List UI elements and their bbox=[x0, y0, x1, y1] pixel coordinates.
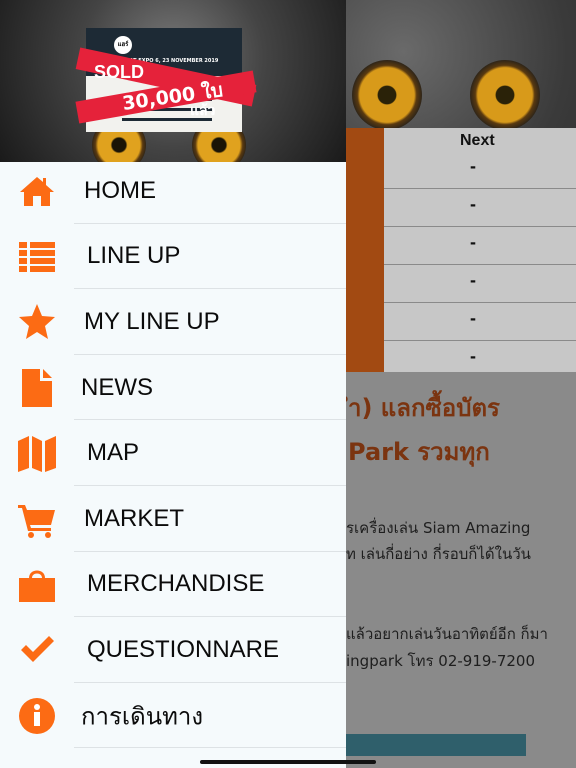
table-cell: - bbox=[470, 232, 476, 252]
menu-item-label: MY LINE UP bbox=[84, 307, 220, 335]
table-accent-column bbox=[346, 128, 384, 372]
article-action-button[interactable] bbox=[346, 734, 526, 756]
table-cell: - bbox=[470, 194, 476, 214]
menu-item-travel[interactable]: การเดินทาง bbox=[0, 683, 346, 749]
star-icon bbox=[16, 301, 58, 343]
sold-out-text: SOLD bbox=[94, 62, 145, 82]
info-icon bbox=[16, 695, 58, 737]
menu-item-my-line-up[interactable]: MY LINE UP bbox=[0, 289, 346, 355]
row-divider bbox=[384, 226, 576, 227]
menu-item-map[interactable]: MAP bbox=[0, 420, 346, 486]
row-divider bbox=[384, 340, 576, 341]
checkmark-icon bbox=[16, 629, 58, 671]
article-paragraph: แล้วอยากเล่นวันอาทิตย์อีก ก็มา bbox=[346, 625, 548, 643]
drawer-menu: HOME LINE UP MY LINE UP NEWS MAP MARKET … bbox=[0, 158, 346, 749]
table-cell: - bbox=[470, 156, 476, 176]
sold-out-banner: SOLD 30,000 ใบ แล้ว bbox=[75, 47, 257, 128]
row-divider bbox=[384, 188, 576, 189]
background-article: ำ) แลกซื้อบัตร Park รวมทุก รเครื่องเล่น … bbox=[346, 372, 576, 768]
table-cell: - bbox=[470, 270, 476, 290]
article-headline: Park รวมทุก bbox=[348, 438, 490, 466]
poster-logo: แฮร์ bbox=[114, 36, 132, 54]
menu-item-label: การเดินทาง bbox=[81, 703, 204, 731]
menu-item-label: LINE UP bbox=[87, 242, 181, 270]
menu-item-label: QUESTIONNARE bbox=[87, 635, 280, 663]
row-divider bbox=[384, 264, 576, 265]
map-icon bbox=[16, 432, 58, 474]
menu-divider bbox=[74, 747, 346, 749]
menu-item-line-up[interactable]: LINE UP bbox=[0, 224, 346, 290]
cart-icon bbox=[16, 498, 58, 540]
menu-item-label: MERCHANDISE bbox=[87, 570, 265, 598]
article-headline: ำ) แลกซื้อบัตร bbox=[348, 394, 500, 422]
home-indicator[interactable] bbox=[200, 760, 376, 764]
home-icon bbox=[16, 170, 58, 212]
menu-item-label: MAP bbox=[87, 439, 140, 467]
menu-item-market[interactable]: MARKET bbox=[0, 486, 346, 552]
menu-item-label: HOME bbox=[84, 176, 156, 204]
skull-eye-image bbox=[352, 60, 422, 130]
menu-item-home[interactable]: HOME bbox=[0, 158, 346, 224]
row-divider bbox=[384, 302, 576, 303]
list-icon bbox=[16, 235, 58, 277]
shopping-bag-icon bbox=[16, 563, 58, 605]
article-paragraph: ingpark โทร 02-919-7200 bbox=[346, 652, 536, 670]
table-cell: - bbox=[470, 308, 476, 328]
menu-item-questionnare[interactable]: QUESTIONNARE bbox=[0, 617, 346, 683]
document-icon bbox=[16, 367, 58, 409]
skull-eye-image bbox=[470, 60, 540, 130]
table-cell: - bbox=[470, 346, 476, 366]
drawer-header-banner: แฮร์ CAT EXPO 6, 23 NOVEMBER 2019 SOLD 3… bbox=[0, 0, 346, 162]
navigation-drawer: แฮร์ CAT EXPO 6, 23 NOVEMBER 2019 SOLD 3… bbox=[0, 0, 346, 768]
background-schedule-table: Next - - - - - - bbox=[346, 128, 576, 372]
article-paragraph: รเครื่องเล่น Siam Amazing bbox=[346, 519, 531, 537]
menu-item-merchandise[interactable]: MERCHANDISE bbox=[0, 552, 346, 618]
menu-item-label: MARKET bbox=[84, 504, 185, 532]
sold-out-suffix: แล้ว bbox=[190, 103, 216, 119]
menu-item-label: NEWS bbox=[81, 373, 153, 401]
menu-item-news[interactable]: NEWS bbox=[0, 355, 346, 421]
table-header-next: Next bbox=[460, 132, 495, 149]
article-paragraph: ท เล่นกี่อย่าง กี่รอบก็ได้ในวัน bbox=[346, 545, 531, 563]
